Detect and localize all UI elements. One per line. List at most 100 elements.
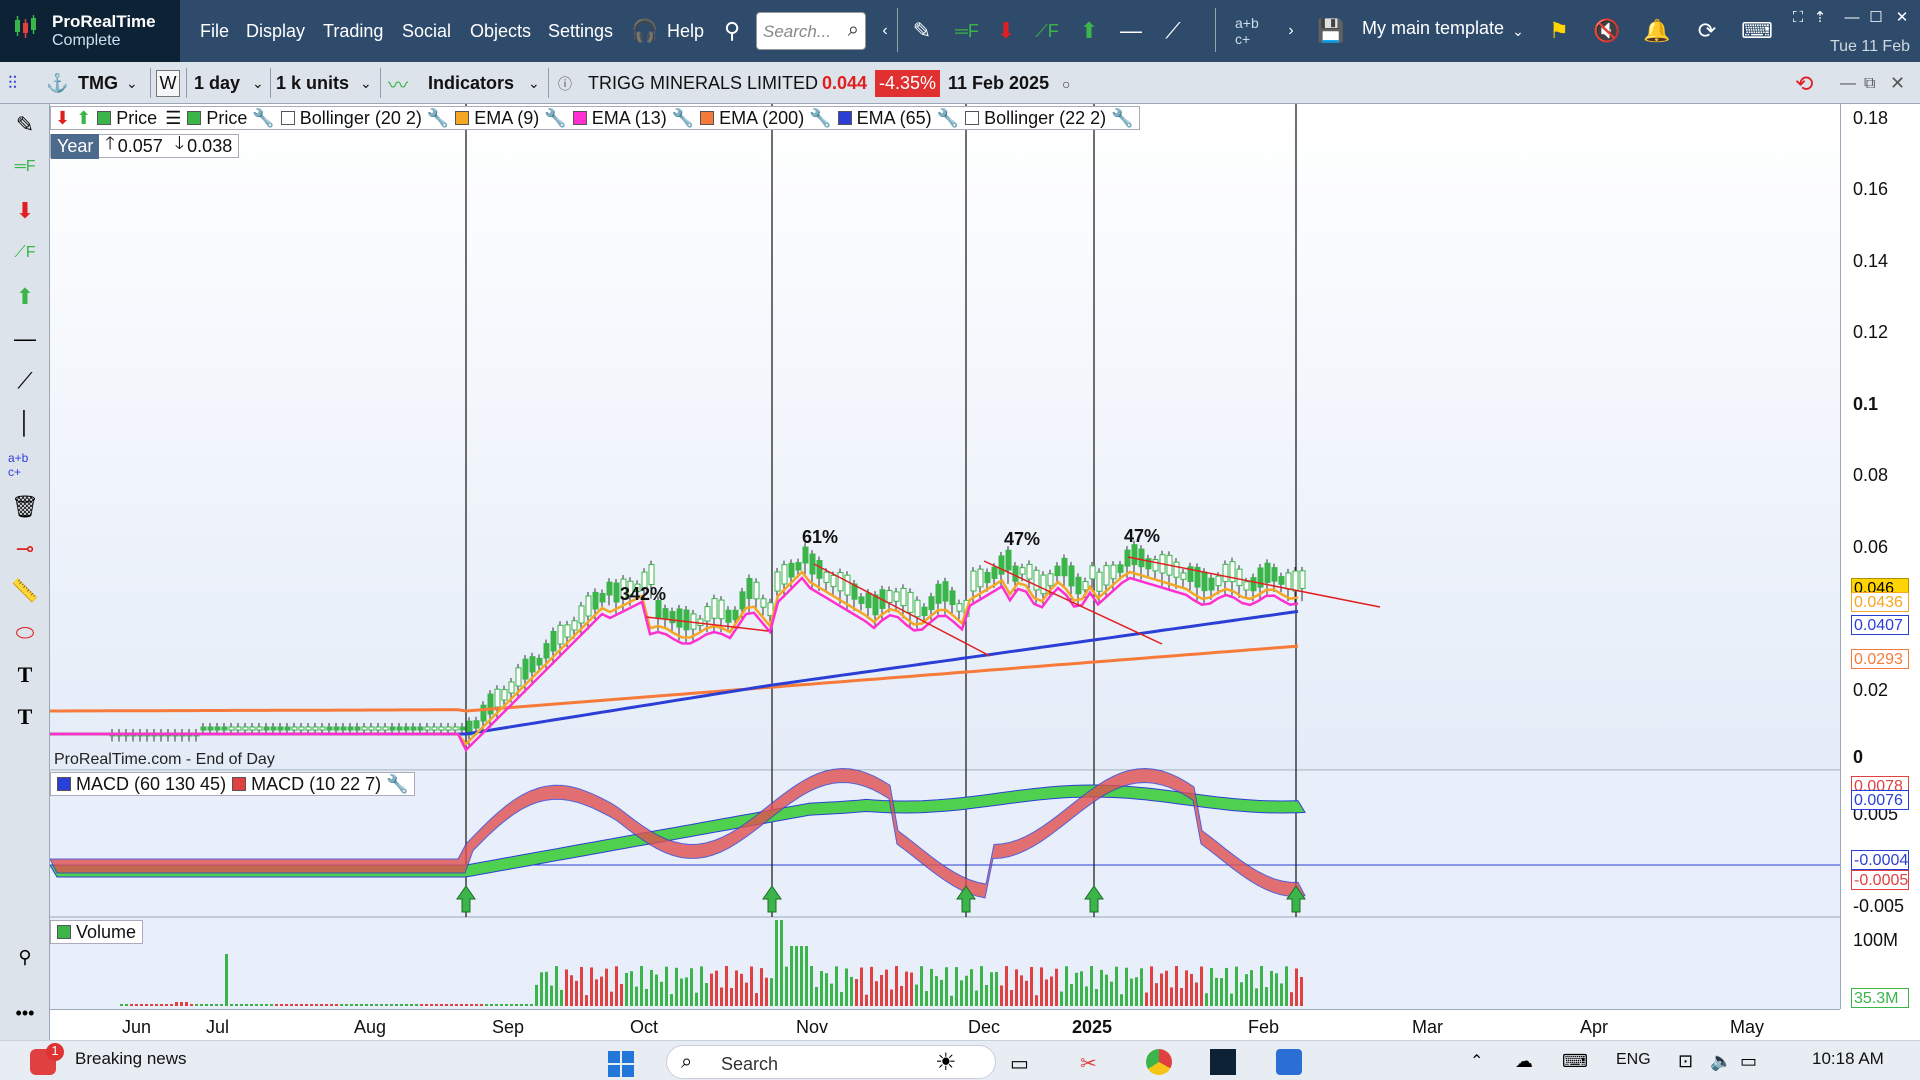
indicators-icon[interactable]: 〰 (388, 70, 408, 97)
maximize-icon[interactable]: ☐ (1864, 6, 1888, 28)
save-icon[interactable]: 💾 (1316, 14, 1346, 48)
network-icon[interactable]: ⊡ (1678, 1051, 1693, 1072)
abc-label-icon[interactable]: a+b c+ (8, 450, 42, 480)
legend-item-macd-10[interactable]: MACD (10 22 7) (251, 774, 381, 795)
volume-icon[interactable]: 🔈 (1710, 1051, 1732, 1072)
pin-icon[interactable]: ⇡ (1808, 6, 1832, 28)
legend-item-price-1[interactable]: Price (116, 108, 157, 129)
time-axis[interactable]: Jun Jul Aug Sep Oct Nov Dec 2025 Feb Mar… (50, 1009, 1840, 1040)
wrench-icon[interactable]: 🔧 (544, 108, 566, 129)
snip-icon[interactable]: ✂ (1080, 1051, 1097, 1076)
pencil-tool-icon[interactable]: ✎ (905, 14, 939, 48)
chart-close-icon[interactable]: ✕ (1890, 70, 1905, 97)
trend-f-tool-icon[interactable]: ⟋F (8, 238, 42, 268)
ticker-select[interactable]: TMG (78, 70, 118, 97)
legend-item-price-2[interactable]: Price (206, 108, 247, 129)
indicators-chevron-icon[interactable]: ⌄ (528, 70, 540, 97)
wrench-icon[interactable]: 🔧 (1111, 108, 1133, 129)
price-axis[interactable]: 0.18 0.16 0.14 0.12 0.1 0.08 0.06 0.02 0… (1840, 104, 1920, 1009)
vline-icon[interactable]: │ (8, 408, 42, 438)
scroll-left-icon[interactable]: ‹ (878, 14, 892, 48)
segment-tool-icon[interactable]: ⟋ (1158, 14, 1188, 48)
close-icon[interactable]: ✕ (1890, 6, 1914, 28)
pencil-icon[interactable]: ✎ (8, 110, 42, 140)
menu-file[interactable]: File (200, 21, 229, 42)
language-indicator[interactable]: ENG (1616, 1051, 1651, 1069)
buy-arrow-icon[interactable]: ⬆ (1075, 14, 1103, 48)
more-icon[interactable]: ••• (8, 998, 42, 1028)
legend-item-ema65[interactable]: EMA (65) (857, 108, 932, 129)
wrench-icon[interactable]: 🔧 (672, 108, 694, 129)
ticker-chevron-icon[interactable]: ⌄ (126, 70, 138, 97)
text-tool-icon[interactable]: T (8, 660, 42, 690)
ellipse-icon[interactable]: ⬭ (8, 618, 42, 648)
mute-icon[interactable]: 🔇 (1590, 14, 1624, 48)
magnet-icon[interactable]: ⚲ (8, 942, 42, 972)
wrench-icon[interactable]: 🔧 (386, 774, 408, 795)
chart-restore-icon[interactable]: ⧉ (1864, 70, 1875, 97)
chart-minimize-icon[interactable]: — (1840, 70, 1856, 97)
cloud-icon[interactable]: ☁ (1515, 1051, 1533, 1072)
trend-f-icon[interactable]: ⟋F (1030, 14, 1064, 48)
attach-icon[interactable]: ⚲ (720, 14, 744, 48)
chevron-down-icon[interactable]: ⌄ (1508, 14, 1528, 48)
wrench-icon[interactable]: 🔧 (937, 108, 959, 129)
list-icon[interactable]: ☰ (165, 108, 181, 129)
template-select[interactable]: My main template (1362, 18, 1504, 39)
tray-chevron-icon[interactable]: ⌃ (1470, 1051, 1483, 1071)
segment-icon[interactable]: ⟋ (8, 366, 42, 396)
screenshot-icon[interactable]: ⛶ (1786, 6, 1810, 28)
down-mini-icon[interactable]: ⬇ (55, 108, 70, 129)
ruler-icon[interactable]: 📏 (8, 576, 42, 606)
legend-item-macd-60[interactable]: MACD (60 130 45) (76, 774, 226, 795)
ray-icon[interactable]: ⊸ (8, 534, 42, 564)
task-view-icon[interactable]: ▭ (1010, 1051, 1029, 1076)
legend-item-ema9[interactable]: EMA (9) (474, 108, 539, 129)
info-icon[interactable]: ⓘ (558, 70, 572, 97)
wrench-icon[interactable]: 🔧 (252, 108, 274, 129)
legend-item-ema200[interactable]: EMA (200) (719, 108, 804, 129)
period-chevron-icon[interactable]: ⌄ (252, 70, 264, 97)
windows-start-icon[interactable] (608, 1051, 634, 1077)
keyboard-icon[interactable]: ⌨ (1740, 14, 1774, 48)
legend-item-bollinger-22[interactable]: Bollinger (22 2) (984, 108, 1106, 129)
app-taskbar-icon[interactable] (1276, 1049, 1302, 1075)
prorealtime-taskbar-icon[interactable] (1210, 1049, 1236, 1075)
indicators-button[interactable]: Indicators (428, 70, 514, 97)
sync-icon[interactable]: ⟲ (1795, 70, 1813, 97)
chrome-icon[interactable] (1146, 1049, 1172, 1075)
hline-f-icon[interactable]: ═F (8, 152, 42, 182)
scroll-right-icon[interactable]: › (1284, 14, 1298, 48)
menu-help[interactable]: Help (667, 21, 704, 42)
wrench-icon[interactable]: 🔧 (809, 108, 831, 129)
legend-item-ema13[interactable]: EMA (13) (592, 108, 667, 129)
search-input[interactable]: Search... ⌕ (756, 12, 866, 50)
menu-display[interactable]: Display (246, 21, 305, 42)
flag-icon[interactable]: ⚑ (1544, 14, 1574, 48)
horizontal-line-icon[interactable]: — (1112, 14, 1150, 48)
up-mini-icon[interactable]: ⬆ (76, 108, 91, 129)
menu-trading[interactable]: Trading (323, 21, 383, 42)
text-box-icon[interactable]: T (8, 702, 42, 732)
weekly-button[interactable]: W (156, 70, 180, 97)
units-select[interactable]: 1 k units (276, 70, 349, 97)
battery-icon[interactable]: ▭ (1740, 1051, 1757, 1072)
alerts-icon[interactable]: 🔔 (1640, 14, 1674, 48)
legend-item-bollinger-20[interactable]: Bollinger (20 2) (300, 108, 422, 129)
units-chevron-icon[interactable]: ⌄ (360, 70, 372, 97)
period-select[interactable]: 1 day (194, 70, 240, 97)
legend-item-volume[interactable]: Volume (76, 922, 136, 943)
chart-type-icon[interactable]: ⫶⫶ (8, 70, 17, 97)
news-title[interactable]: Breaking news (75, 1049, 187, 1069)
link-icon[interactable]: ⚓ (46, 70, 68, 97)
menu-social[interactable]: Social (402, 21, 451, 42)
sell-arrow-icon[interactable]: ⬇ (992, 14, 1020, 48)
headset-icon[interactable]: 🎧 (630, 14, 660, 48)
abc-tool-icon[interactable]: a+b c+ (1235, 14, 1275, 48)
refresh-icon[interactable]: ⟳ (1690, 14, 1724, 48)
horizontal-line-f-icon[interactable]: ═F (950, 14, 984, 48)
wrench-icon[interactable]: 🔧 (427, 108, 449, 129)
keyboard-tray-icon[interactable]: ⌨ (1562, 1051, 1588, 1072)
menu-settings[interactable]: Settings (548, 21, 613, 42)
trash-icon[interactable]: 🗑 (8, 492, 42, 522)
